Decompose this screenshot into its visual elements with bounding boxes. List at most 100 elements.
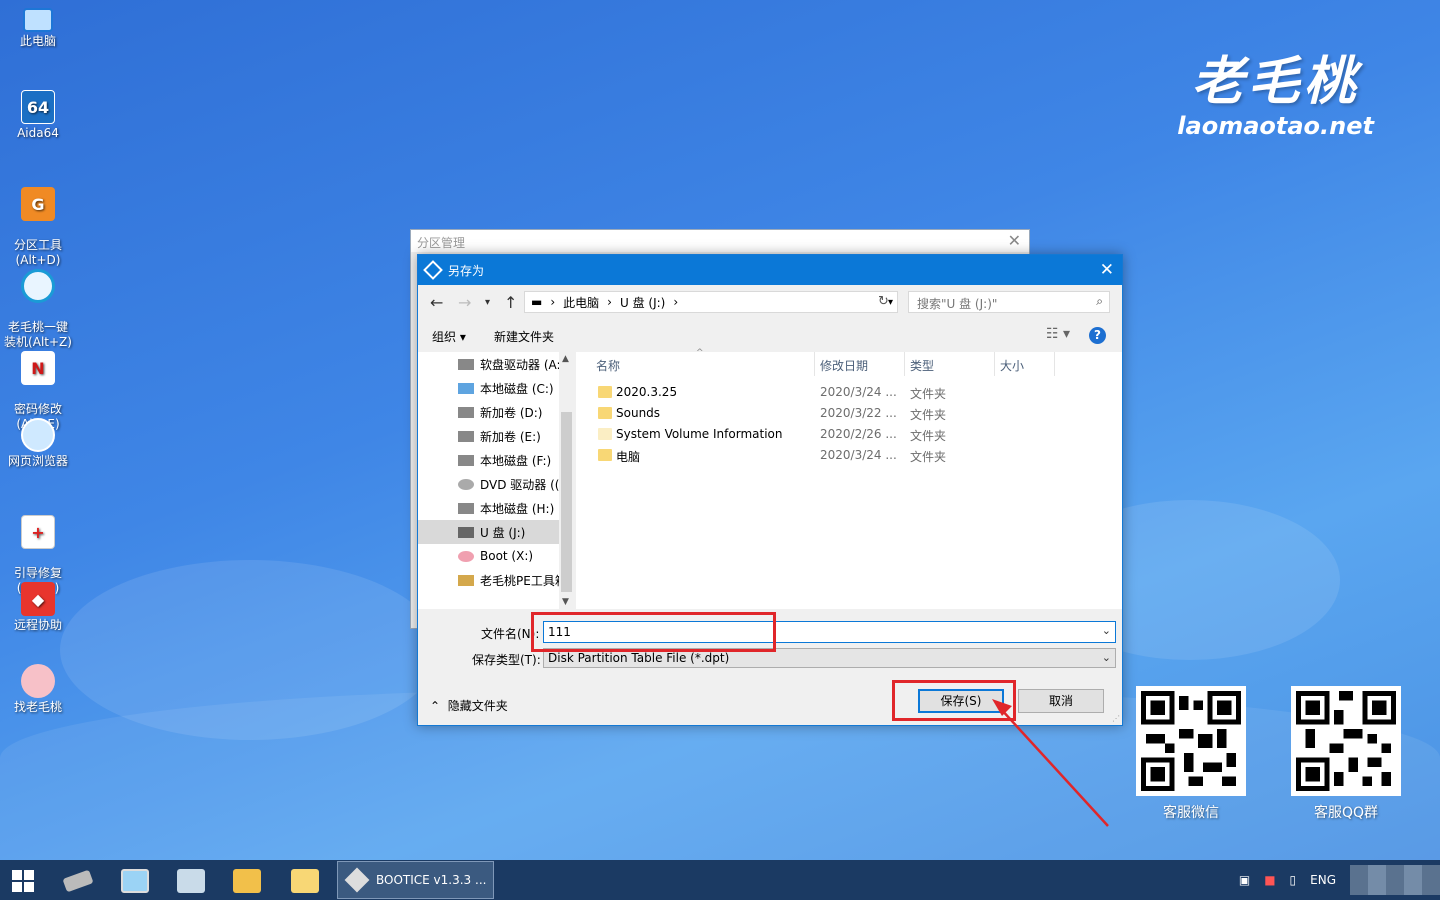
folder-icon	[598, 386, 612, 398]
taskbar-active-task[interactable]: BOOTICE v1.3.3 ...	[337, 861, 494, 899]
desktop-icon-web-browser[interactable]: 网页浏览器	[2, 418, 74, 469]
up-arrow-icon[interactable]: ↑	[504, 293, 517, 312]
desktop-icon-remote-assist[interactable]: ◆ 远程协助	[2, 582, 74, 633]
display-icon[interactable]: ■	[1264, 873, 1275, 887]
peach-icon	[458, 550, 474, 562]
drive-icon	[458, 430, 474, 442]
address-bar[interactable]: ▬ › 此电脑 › U 盘 (J:) › ▾	[524, 291, 898, 313]
organize-menu[interactable]: 组织 ▾	[432, 328, 466, 345]
file-row[interactable]: 2020.3.25 2020/3/24 ... 文件夹	[576, 382, 1122, 403]
sort-ascending-icon: ^	[696, 348, 704, 358]
drive-icon	[458, 406, 474, 418]
file-row[interactable]: Sounds 2020/3/22 ... 文件夹	[576, 403, 1122, 424]
install-icon	[21, 269, 55, 303]
desktop-icon-this-pc[interactable]: 此电脑	[2, 8, 74, 49]
forward-arrow-icon[interactable]: →	[458, 293, 471, 312]
view-options-icon[interactable]: ☷ ▾	[1046, 326, 1070, 342]
column-type[interactable]: 类型	[910, 357, 934, 374]
breadcrumb-usb-drive[interactable]: U 盘 (J:)	[620, 294, 665, 311]
chevron-down-icon: ⌄	[1101, 651, 1111, 664]
refresh-icon[interactable]: ↻	[878, 294, 889, 309]
column-modified[interactable]: 修改日期	[820, 357, 868, 374]
usb-drive-icon	[458, 526, 474, 538]
close-icon[interactable]: ✕	[1100, 260, 1114, 280]
navigation-bar: ← → ▾ ↑ ▬ › 此电脑 › U 盘 (J:) › ▾ ↻ 搜索"U 盘 …	[418, 291, 1122, 317]
search-icon: ⌕	[1096, 294, 1103, 308]
chevron-up-icon: ⌃	[430, 699, 441, 713]
tree-item-usb-j[interactable]: U 盘 (J:)	[418, 520, 574, 544]
desktop-icon-find-laomaotao[interactable]: 找老毛桃	[2, 664, 74, 715]
tree-item-boot-x[interactable]: Boot (X:)	[418, 544, 574, 568]
usb-icon[interactable]: ▯	[1290, 873, 1297, 887]
scroll-down-icon[interactable]: ▼	[562, 597, 569, 607]
file-row[interactable]: 电脑 2020/3/24 ... 文件夹	[576, 445, 1122, 466]
tree-item-c[interactable]: 本地磁盘 (C:)	[418, 376, 574, 400]
column-size[interactable]: 大小	[1000, 357, 1024, 374]
taskbar-folder-icon[interactable]	[283, 864, 327, 898]
tree-scrollbar[interactable]: ▲ ▼	[559, 352, 574, 609]
help-icon[interactable]: ?	[1089, 327, 1106, 344]
partition-tool-icon: G	[21, 187, 55, 221]
column-name[interactable]: 名称	[596, 357, 620, 374]
tree-item-floppy[interactable]: 软盘驱动器 (A:	[418, 352, 574, 376]
language-indicator[interactable]: ENG	[1310, 873, 1336, 887]
drive-icon	[458, 502, 474, 514]
peach-icon	[21, 664, 55, 698]
taskbar-search-tool-icon[interactable]	[225, 864, 269, 898]
bootice-icon	[344, 867, 370, 893]
navigation-pane: 软盘驱动器 (A: 本地磁盘 (C:) 新加卷 (D:) 新加卷 (E:) 本地…	[418, 352, 574, 609]
qr-code-image	[1136, 686, 1246, 796]
first-aid-icon: +	[21, 515, 55, 549]
system-tray: ▣ ■ ▯ ENG	[1239, 860, 1440, 900]
folder-icon	[598, 449, 612, 461]
scrollbar-thumb[interactable]	[561, 412, 572, 592]
close-icon[interactable]: ✕	[1008, 231, 1021, 250]
taskbar: BOOTICE v1.3.3 ... ▣ ■ ▯ ENG	[0, 860, 1440, 900]
file-row[interactable]: System Volume Information 2020/2/26 ... …	[576, 424, 1122, 445]
file-list-header: 名称 ^ 修改日期 类型 大小	[576, 348, 1122, 376]
save-highlight-box	[892, 680, 1016, 721]
bootice-icon	[423, 260, 443, 280]
qr-qq-group: 客服QQ群	[1291, 686, 1401, 822]
save-as-dialog: 另存为 ✕ ← → ▾ ↑ ▬ › 此电脑 › U 盘 (J:) › ▾ ↻ 搜…	[417, 254, 1123, 726]
clock-blurred	[1350, 865, 1440, 895]
drive-icon: ▬	[531, 295, 543, 309]
dvd-drive-icon	[458, 478, 474, 490]
aida64-icon: 64	[21, 90, 55, 124]
chevron-down-icon[interactable]: ⌄	[1102, 624, 1111, 637]
cancel-button[interactable]: 取消	[1018, 689, 1104, 713]
tree-item-pe-tools[interactable]: 老毛桃PE工具箱	[418, 568, 574, 592]
tree-item-h[interactable]: 本地磁盘 (H:)	[418, 496, 574, 520]
brand-logo: 老毛桃 laomaotao.net	[1177, 51, 1374, 141]
window-titlebar: 分区管理 ✕	[411, 230, 1029, 252]
tree-item-f[interactable]: 本地磁盘 (F:)	[418, 448, 574, 472]
back-arrow-icon[interactable]: ←	[430, 293, 443, 312]
file-list: 名称 ^ 修改日期 类型 大小 2020.3.25 2020/3/24 ... …	[576, 348, 1122, 609]
search-input[interactable]: 搜索"U 盘 (J:)" ⌕	[908, 291, 1110, 313]
tree-item-dvd[interactable]: DVD 驱动器 ((	[418, 472, 574, 496]
new-folder-button[interactable]: 新建文件夹	[494, 328, 554, 345]
breadcrumb-this-pc[interactable]: 此电脑	[563, 294, 599, 311]
system-drive-icon	[458, 382, 474, 394]
taskbar-computer-icon[interactable]	[113, 864, 157, 898]
filetype-label: 保存类型(T):	[472, 653, 541, 667]
tree-item-e[interactable]: 新加卷 (E:)	[418, 424, 574, 448]
resize-grip[interactable]: ⋰	[1112, 714, 1120, 723]
qr-code-image	[1291, 686, 1401, 796]
windows-start-icon[interactable]	[12, 870, 34, 892]
folder-icon	[598, 428, 612, 440]
network-icon[interactable]: ▣	[1239, 873, 1250, 887]
key-icon: N	[21, 351, 55, 385]
taskbar-keyboard-icon[interactable]	[169, 864, 213, 898]
hide-folders-toggle[interactable]: ⌃ 隐藏文件夹	[430, 697, 508, 714]
remote-icon: ◆	[21, 582, 55, 616]
tree-item-d[interactable]: 新加卷 (D:)	[418, 400, 574, 424]
qr-wechat: 客服微信	[1136, 686, 1246, 822]
dialog-titlebar: 另存为 ✕	[418, 255, 1122, 285]
toolbox-icon	[458, 574, 474, 586]
scroll-up-icon[interactable]: ▲	[562, 354, 569, 364]
recent-dropdown-icon[interactable]: ▾	[485, 297, 490, 308]
taskbar-bootice-icon[interactable]	[56, 864, 100, 898]
desktop-icon-aida64[interactable]: 64 Aida64	[2, 90, 74, 141]
drive-icon	[458, 454, 474, 466]
